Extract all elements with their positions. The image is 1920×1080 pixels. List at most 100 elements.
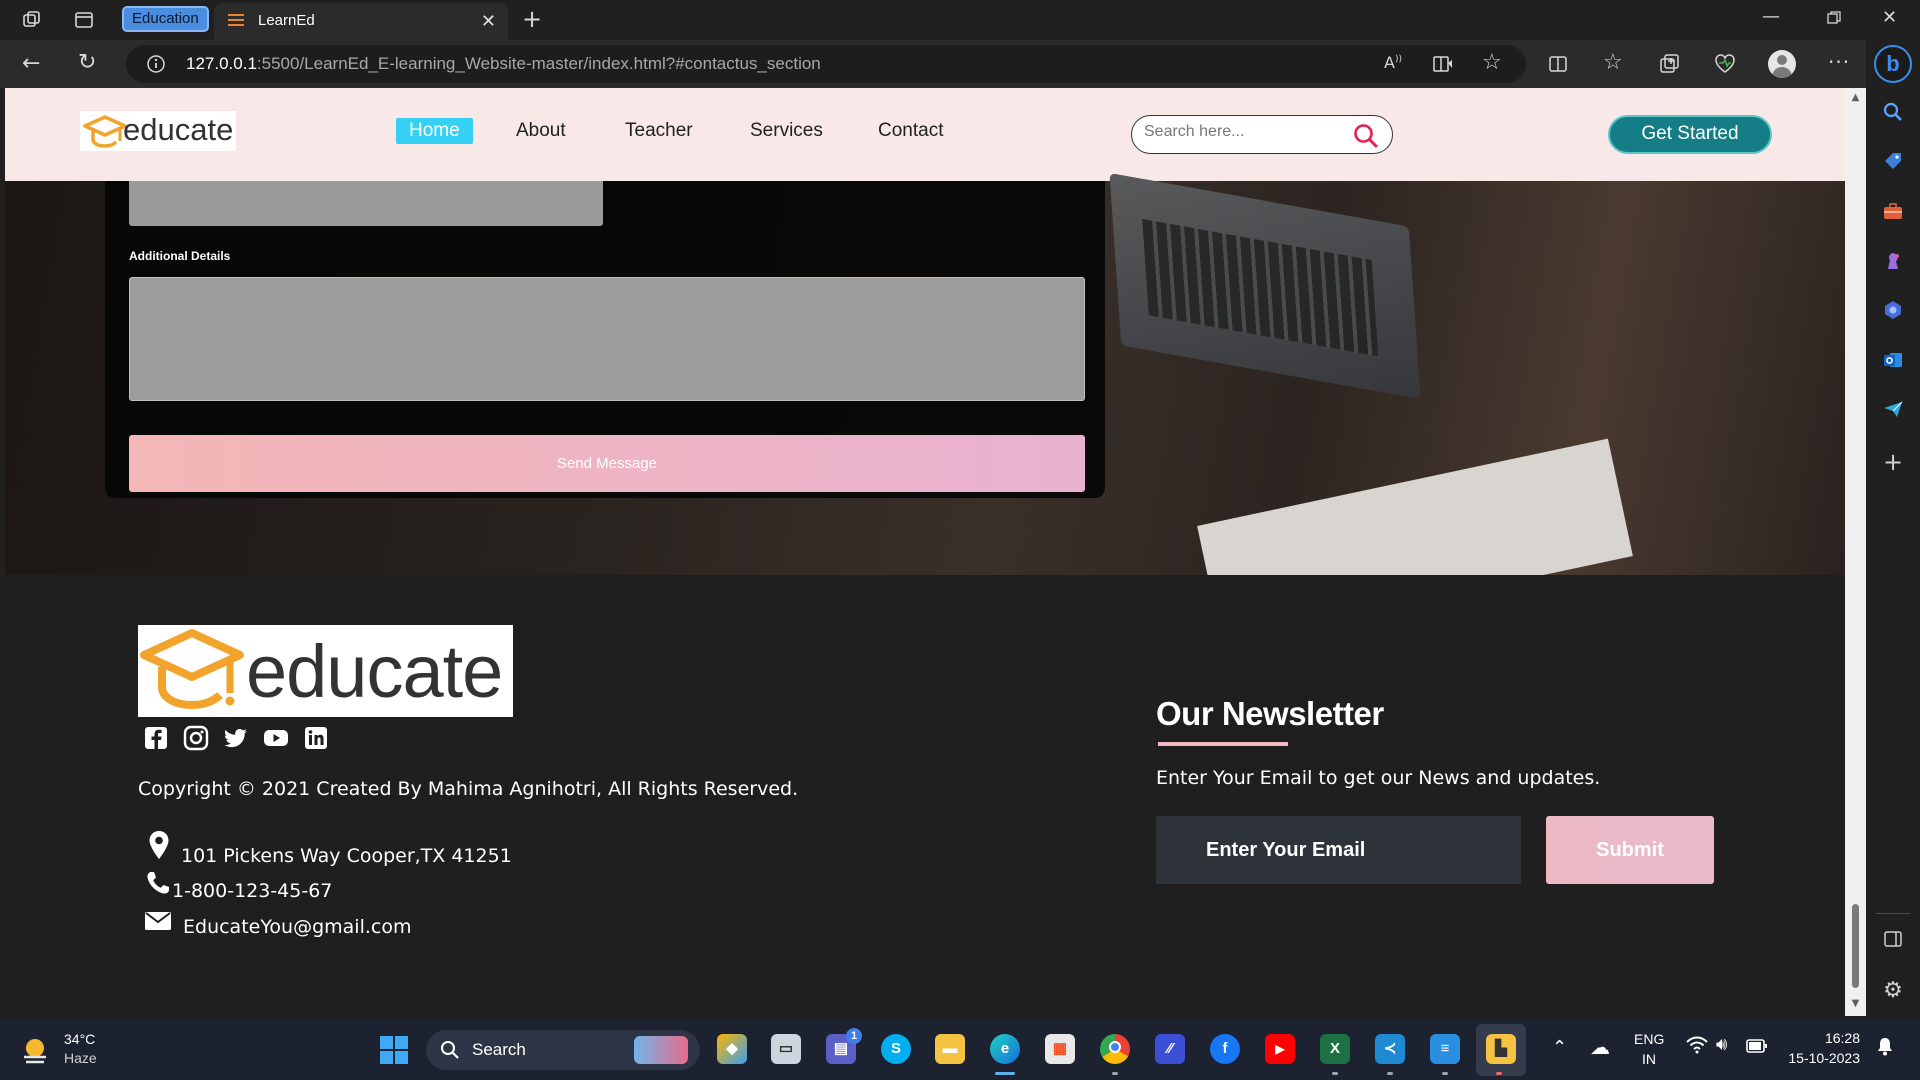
chrome-icon[interactable] (1100, 1034, 1130, 1064)
sidebar-settings-gear-icon[interactable]: ⚙ (1880, 978, 1906, 1004)
site-footer: educate Copyright © 2021 Created By Mahi… (5, 575, 1845, 1016)
excel-icon[interactable]: X (1320, 1034, 1350, 1064)
task-view-icon[interactable]: ▭ (771, 1034, 801, 1064)
additional-details-textarea[interactable] (129, 277, 1085, 401)
site-info-icon[interactable] (146, 54, 166, 78)
notepad-icon[interactable]: ≡ (1430, 1034, 1460, 1064)
get-started-button[interactable]: Get Started (1608, 115, 1772, 154)
facebook-app-icon[interactable]: f (1210, 1034, 1240, 1064)
sticky-folder-icon[interactable]: ▙ (1486, 1034, 1516, 1064)
vscode-running-indicator (1387, 1072, 1393, 1075)
form-input-field[interactable] (129, 181, 603, 226)
shopping-tag-icon[interactable] (1880, 150, 1906, 176)
show-hidden-icons-chevron-icon[interactable]: ⌃ (1552, 1037, 1567, 1058)
file-explorer-icon[interactable]: ▬ (935, 1034, 965, 1064)
taskbar-search-label: Search (472, 1040, 526, 1059)
tab-learned[interactable]: LearnEd ✕ (214, 3, 508, 40)
sidebar-search-icon[interactable] (1880, 101, 1906, 127)
language-line2: IN (1642, 1051, 1656, 1067)
web-viewport: educate Home About Teacher Services Cont… (5, 88, 1845, 1016)
site-search-input[interactable] (1144, 123, 1344, 141)
collections-icon[interactable] (1658, 53, 1680, 79)
copilot-app-icon[interactable] (1880, 299, 1906, 325)
microsoft-store-icon[interactable]: ▦ (1045, 1034, 1075, 1064)
tab-group-label[interactable]: Education (122, 6, 209, 32)
wifi-icon[interactable] (1686, 1036, 1708, 1059)
clock[interactable]: 16:28 15-10-2023 (1780, 1030, 1860, 1070)
split-screen-icon[interactable] (1548, 54, 1568, 78)
outlook-icon[interactable] (1880, 349, 1906, 375)
profile-avatar[interactable] (1768, 50, 1796, 78)
linkedin-icon[interactable] (303, 725, 329, 751)
favorite-star-icon[interactable]: ☆ (1482, 52, 1502, 74)
paint-preview-icon[interactable]: ◆ (717, 1034, 747, 1064)
bing-copilot-icon[interactable]: b (1874, 45, 1912, 83)
site-logo[interactable]: educate (80, 111, 236, 151)
nav-home[interactable]: Home (396, 118, 473, 144)
newsletter-submit-button[interactable]: Submit (1546, 816, 1714, 884)
windows-taskbar: 34°C Haze Search ◆ ▭ ▤ 1 S ▬ e ▦ ⁄⁄ f ▶ … (0, 1020, 1920, 1080)
battery-icon[interactable] (1746, 1039, 1768, 1058)
nav-contact[interactable]: Contact (878, 120, 943, 142)
search-icon[interactable] (1352, 122, 1380, 150)
back-arrow-icon[interactable]: ← (22, 53, 40, 75)
sun-haze-icon (24, 1039, 46, 1064)
favorites-icon[interactable]: ☆ (1603, 52, 1623, 74)
volume-icon[interactable]: 🔊︎ (1716, 1034, 1727, 1055)
address-bar[interactable]: 127.0.0.1:5500/LearnEd_E-learning_Websit… (126, 45, 1526, 83)
excel-running-indicator (1332, 1072, 1338, 1075)
scroll-up-arrow-icon[interactable]: ▲ (1845, 92, 1866, 103)
new-tab-icon[interactable]: + (522, 7, 542, 31)
close-tab-icon[interactable]: ✕ (481, 11, 496, 32)
windows-start-icon[interactable] (379, 1035, 409, 1065)
nav-services[interactable]: Services (750, 120, 823, 142)
taskbar-search[interactable]: Search (426, 1030, 700, 1070)
weather-widget[interactable]: 34°C Haze (18, 1028, 128, 1072)
games-chess-icon[interactable] (1880, 250, 1906, 276)
minimize-icon[interactable]: — (1762, 8, 1780, 26)
weather-temperature: 34°C (64, 1031, 96, 1047)
vscode-icon[interactable]: ≺ (1375, 1034, 1405, 1064)
phone-icon (147, 872, 169, 894)
notification-bell-icon[interactable] (1876, 1036, 1894, 1061)
send-message-button[interactable]: Send Message (129, 435, 1085, 492)
tab-title: LearnEd (258, 12, 315, 29)
facebook-icon[interactable] (143, 725, 169, 751)
browser-essentials-icon[interactable] (1714, 53, 1736, 79)
scroll-down-arrow-icon[interactable]: ▼ (1845, 998, 1866, 1009)
immersive-reader-icon[interactable] (1432, 54, 1454, 78)
page-scrollbar[interactable]: ▲ ▼ (1845, 88, 1866, 1016)
tab-actions-icon[interactable] (74, 10, 94, 34)
powerautomate-icon[interactable]: ⁄⁄ (1155, 1034, 1185, 1064)
teams-chat-icon[interactable]: ▤ 1 (826, 1028, 862, 1064)
youtube-icon[interactable] (263, 725, 289, 751)
close-window-icon[interactable]: ✕ (1882, 9, 1897, 27)
footer-logo[interactable]: educate (138, 625, 513, 717)
newsletter-title: Our Newsletter (1156, 695, 1384, 732)
language-indicator[interactable]: ENG IN (1634, 1031, 1674, 1071)
newsletter-email-input[interactable] (1156, 816, 1521, 884)
telegram-send-icon[interactable] (1880, 398, 1906, 424)
hide-sidebar-icon[interactable] (1880, 929, 1906, 955)
workspaces-icon[interactable] (22, 10, 42, 34)
footer-email[interactable]: EducateYou@gmail.com (183, 916, 411, 938)
more-options-icon[interactable]: ··· (1828, 52, 1850, 72)
read-aloud-icon[interactable]: A)) (1384, 55, 1402, 71)
nav-about[interactable]: About (516, 120, 566, 142)
edge-browser-icon[interactable]: e (990, 1034, 1020, 1064)
site-search-box (1131, 115, 1393, 154)
onedrive-cloud-icon[interactable]: ☁ (1590, 1035, 1610, 1060)
tools-briefcase-icon[interactable] (1880, 200, 1906, 226)
laptop-image-shape (1109, 172, 1421, 400)
skype-icon[interactable]: S (881, 1034, 911, 1064)
restore-icon[interactable] (1826, 10, 1842, 30)
twitter-icon[interactable] (223, 725, 249, 751)
url-text[interactable]: 127.0.0.1:5500/LearnEd_E-learning_Websit… (186, 54, 821, 74)
refresh-icon[interactable]: ↻ (78, 52, 96, 74)
nav-teacher[interactable]: Teacher (625, 120, 693, 142)
youtube-app-icon[interactable]: ▶ (1265, 1034, 1295, 1064)
add-sidebar-app-icon[interactable]: + (1880, 449, 1906, 475)
scrollbar-thumb[interactable] (1852, 904, 1859, 988)
weather-description: Haze (64, 1050, 97, 1066)
instagram-icon[interactable] (183, 725, 209, 751)
